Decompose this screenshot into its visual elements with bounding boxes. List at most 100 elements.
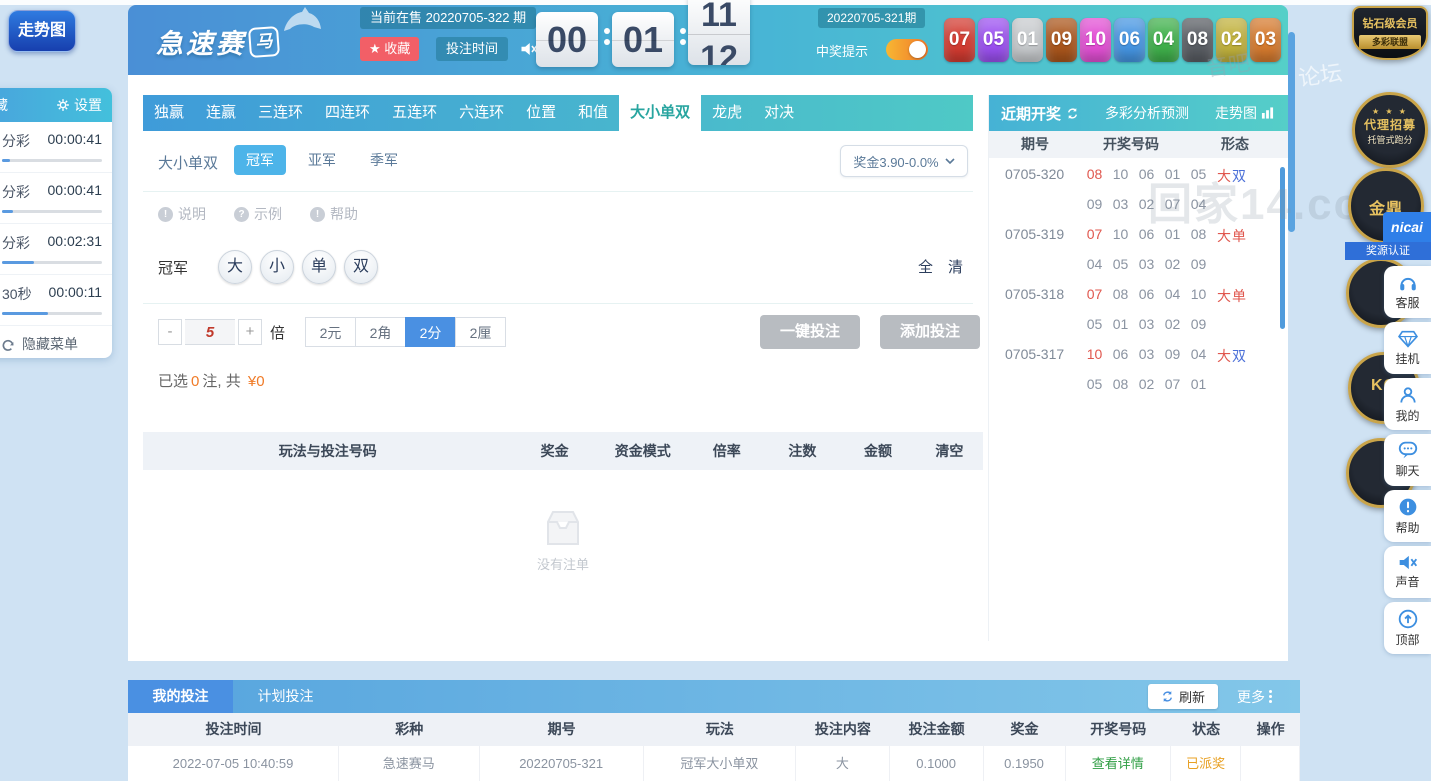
col-amount: 投注金额	[908, 721, 965, 737]
user-icon	[1399, 386, 1416, 403]
badge-title: nicai	[1391, 219, 1423, 235]
draw-pattern: 大双	[1217, 348, 1247, 364]
subnav-champion[interactable]: 冠军	[234, 145, 286, 175]
multiplier-plus-button[interactable]: +	[238, 319, 262, 345]
draw-numbers-line2: 04 05 03 02 09	[1086, 256, 1207, 272]
tab-weizhi[interactable]: 位置	[515, 95, 567, 131]
favorites-panel: 收藏 设置 分彩 00:00:41 分彩 00:00:41 分彩 00:02:3…	[0, 88, 112, 358]
tab-hezhi[interactable]: 和值	[567, 95, 619, 131]
add-bet-button[interactable]: 添加投注	[880, 315, 980, 349]
draw-ball: 04	[1148, 18, 1179, 62]
draw-numbers-line1: 07 08 06 04 10	[1086, 286, 1207, 302]
example-link[interactable]: ? 示例	[234, 204, 282, 224]
hide-menu-button[interactable]: 隐藏菜单	[0, 326, 112, 358]
lottery-list-item[interactable]: 分彩 00:00:41	[0, 122, 112, 173]
tab-lianying[interactable]: 连赢	[195, 95, 247, 131]
tab-plan-bets[interactable]: 计划投注	[233, 680, 338, 713]
cell-prize: 0.1950	[984, 746, 1066, 781]
unit-li[interactable]: 2厘	[455, 317, 506, 347]
unit-fen[interactable]: 2分	[405, 317, 456, 347]
current-issue-label: 当前在售 20220705-322 期	[360, 7, 537, 29]
draw-ball: 05	[978, 18, 1009, 62]
bet-slip-header: 玩法与投注号码 奖金 资金模式 倍率 注数 金额 清空	[143, 432, 983, 470]
refresh-button[interactable]: 刷新	[1148, 684, 1218, 709]
cell-issue: 20220705-321	[480, 746, 644, 781]
lottery-countdown: 00:00:41	[47, 131, 103, 147]
settings-button[interactable]: 设置	[56, 95, 102, 115]
agent-recruit-badge[interactable]: ★ ★ ★ 代理招募 托管式跑分	[1352, 92, 1428, 168]
bar-chart-icon	[1261, 107, 1274, 119]
tab-my-bets[interactable]: 我的投注	[128, 680, 233, 713]
selected-amount: ¥0	[247, 373, 265, 390]
tab-duying[interactable]: 独赢	[143, 95, 195, 131]
refresh-label: 刷新	[1178, 690, 1205, 705]
lottery-list-item[interactable]: 分彩 00:00:41	[0, 173, 112, 224]
prize-rate-dropdown[interactable]: 奖金3.90-0.0%	[840, 145, 968, 177]
win-tip-toggle[interactable]	[886, 39, 928, 60]
pick-odd[interactable]: 单	[302, 250, 336, 284]
col-content: 投注内容	[814, 721, 871, 737]
pick-big[interactable]: 大	[218, 250, 252, 284]
lottery-list-item[interactable]: 30秒 00:00:11	[0, 275, 112, 326]
analysis-forecast-link[interactable]: 多彩分析预测	[1105, 103, 1189, 123]
pick-small[interactable]: 小	[260, 250, 294, 284]
sound-button[interactable]: 声音	[1384, 546, 1431, 598]
countdown-progress	[2, 261, 34, 264]
diamond-member-badge[interactable]: 钻石级会员 多彩联盟	[1352, 6, 1428, 60]
col-amount: 金额	[863, 443, 892, 459]
clear-button[interactable]: 清	[948, 256, 963, 277]
chat-button[interactable]: 聊天	[1384, 434, 1431, 486]
tab-duijue[interactable]: 对决	[753, 95, 805, 131]
page-scrollbar[interactable]	[1288, 32, 1295, 232]
quick-bet-button[interactable]: 一键投注	[760, 315, 860, 349]
pick-even[interactable]: 双	[344, 250, 378, 284]
countdown-track	[2, 312, 102, 315]
draw-row: 0705-318 07 08 06 04 10 05 01 03 02 09 大单	[989, 278, 1288, 338]
col-play-numbers: 玩法与投注号码	[278, 443, 377, 459]
select-all-button[interactable]: 全	[918, 256, 933, 277]
more-button[interactable]: 更多	[1237, 680, 1272, 713]
recent-draws-title[interactable]: 近期开奖	[1001, 103, 1079, 124]
chat-icon	[1398, 441, 1417, 459]
action-label: 我的	[1395, 408, 1420, 423]
help-button[interactable]: 帮助	[1384, 490, 1431, 542]
favorite-button[interactable]: ★ 收藏	[360, 37, 420, 61]
unit-jiao[interactable]: 2角	[355, 317, 406, 347]
col-money-mode: 资金模式	[614, 443, 671, 459]
countdown-seconds-flip: 11 12	[688, 0, 750, 65]
favorite-label: 收藏	[384, 41, 411, 56]
trend-chart-link[interactable]: 走势图	[1215, 103, 1274, 123]
draw-ball: 09	[1046, 18, 1077, 62]
auto-bet-button[interactable]: 挂机	[1384, 322, 1431, 374]
tab-liulianhuan[interactable]: 六连环	[448, 95, 515, 131]
subnav-runnerup[interactable]: 亚军	[296, 145, 348, 175]
prize-rate-value: 奖金3.90-0.0%	[853, 154, 939, 170]
customer-service-button[interactable]: 客服	[1384, 266, 1431, 318]
arrow-up-circle-icon	[1398, 609, 1417, 628]
recent-panel-scrollbar[interactable]	[1280, 167, 1285, 329]
tab-longhu[interactable]: 龙虎	[701, 95, 753, 131]
tab-daxiaodanshuang[interactable]: 大小单双	[619, 95, 702, 131]
trend-chart-button[interactable]: 走势图	[8, 10, 76, 52]
instructions-link[interactable]: ! 说明	[158, 204, 206, 224]
refresh-icon[interactable]	[1066, 107, 1079, 120]
multiplier-minus-button[interactable]: -	[158, 319, 182, 345]
tab-wulianhuan[interactable]: 五连环	[381, 95, 448, 131]
unit-yuan[interactable]: 2元	[305, 317, 356, 347]
draw-pattern: 大单	[1217, 228, 1247, 244]
bet-time-button[interactable]: 投注时间	[436, 37, 509, 61]
tab-sanlianhuan[interactable]: 三连环	[247, 95, 314, 131]
view-detail-link[interactable]: 查看详情	[1066, 746, 1172, 781]
hide-menu-label: 隐藏菜单	[22, 335, 78, 352]
lottery-list-item[interactable]: 分彩 00:02:31	[0, 224, 112, 275]
tab-silianhuan[interactable]: 四连环	[314, 95, 381, 131]
draw-pattern: 大双	[1217, 168, 1247, 184]
nicai-badge[interactable]: nicai	[1383, 212, 1431, 242]
subnav-third[interactable]: 季军	[358, 145, 410, 175]
countdown-colon	[680, 23, 686, 50]
multiplier-input[interactable]: 5	[185, 319, 235, 345]
prize-source-certified-label[interactable]: 奖源认证	[1345, 242, 1431, 260]
my-account-button[interactable]: 我的	[1384, 378, 1431, 430]
help-link[interactable]: ! 帮助	[310, 204, 358, 224]
back-to-top-button[interactable]: 顶部	[1384, 602, 1431, 654]
